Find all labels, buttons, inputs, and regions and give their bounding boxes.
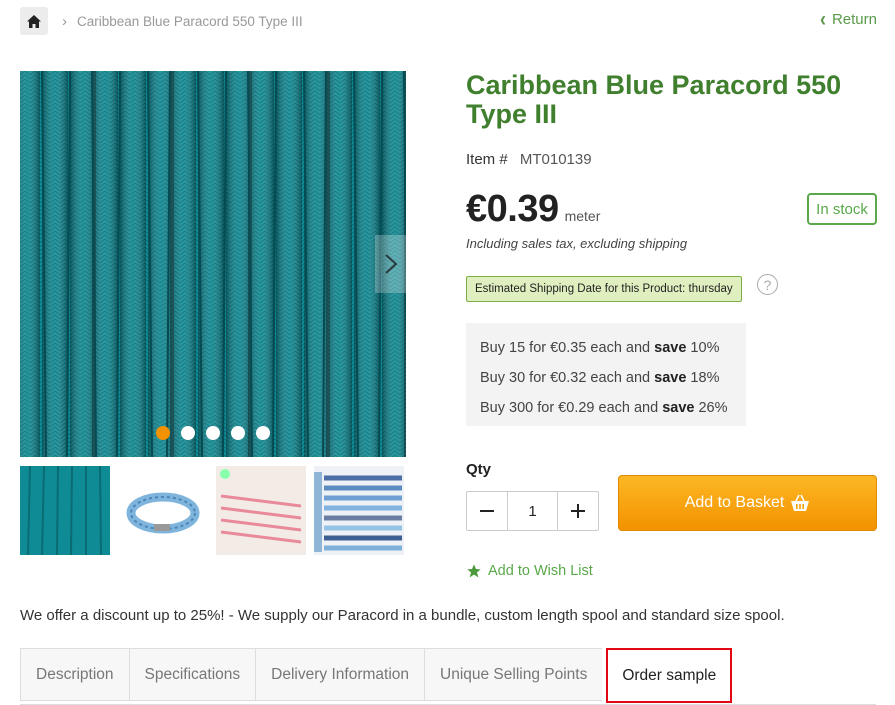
thumbnail-paracord-closeup[interactable]: [20, 466, 110, 555]
qty-label: Qty: [466, 461, 492, 478]
item-number-line: Item # MT010139: [466, 151, 592, 168]
return-link[interactable]: ‹ Return: [819, 6, 877, 31]
pagination-dot[interactable]: [256, 426, 270, 440]
pagination-dot[interactable]: [181, 426, 195, 440]
question-circle-icon[interactable]: ?: [757, 274, 778, 295]
add-to-basket-label: Add to Basket: [684, 494, 785, 511]
quantity-stepper: [466, 491, 599, 531]
discount-line: Buy 300 for €0.29 each and save 26%: [480, 400, 728, 416]
home-button[interactable]: [20, 7, 48, 35]
star-icon: [467, 564, 481, 578]
tab-description[interactable]: Description: [20, 648, 129, 701]
home-icon: [27, 14, 41, 28]
item-label: Item #: [466, 151, 508, 168]
plus-icon: [571, 504, 585, 518]
price-row: €0.39 meter: [466, 188, 600, 231]
chevron-right-icon: [384, 254, 397, 274]
tax-note: Including sales tax, excluding shipping: [466, 236, 688, 251]
pagination-dot[interactable]: [231, 426, 245, 440]
shipping-date-badge: Estimated Shipping Date for this Product…: [466, 276, 742, 302]
main-product-image[interactable]: [20, 71, 406, 457]
chevron-right-icon: ›: [62, 12, 67, 30]
qty-input[interactable]: [507, 492, 558, 530]
product-tabs: Description Specifications Delivery Info…: [20, 648, 876, 705]
discount-line: Buy 15 for €0.35 each and save 10%: [480, 340, 720, 356]
tab-delivery-information[interactable]: Delivery Information: [255, 648, 424, 701]
breadcrumb-current: Caribbean Blue Paracord 550 Type III: [77, 13, 303, 29]
discount-line: Buy 30 for €0.32 each and save 18%: [480, 370, 720, 386]
price: €0.39: [466, 188, 559, 230]
promo-text: We offer a discount up to 25%! - We supp…: [20, 607, 785, 624]
product-title: Caribbean Blue Paracord 550 Type III: [466, 70, 842, 129]
tab-specifications[interactable]: Specifications: [128, 648, 256, 701]
thumbnail-strip: [20, 466, 404, 555]
next-image-button[interactable]: [375, 235, 406, 293]
price-unit: meter: [564, 208, 601, 224]
return-label: Return: [831, 11, 877, 28]
item-number: MT010139: [519, 151, 592, 168]
thumbnail-paracord-color-card-blue[interactable]: [314, 466, 404, 555]
paracord-image: [20, 71, 406, 457]
tab-order-sample[interactable]: Order sample: [606, 648, 733, 703]
chevron-left-icon: ‹: [819, 6, 826, 31]
basket-icon: [791, 494, 810, 511]
minus-icon: [480, 510, 494, 512]
stock-badge: In stock: [807, 193, 877, 225]
thumbnail-paracord-bracelet[interactable]: [118, 466, 208, 555]
increase-qty-button[interactable]: [558, 492, 598, 530]
image-pagination-dots: [156, 426, 270, 440]
volume-discount-box: Buy 15 for €0.35 each and save 10% Buy 3…: [466, 323, 746, 426]
add-to-wishlist-link[interactable]: Add to Wish List: [466, 563, 593, 579]
decrease-qty-button[interactable]: [467, 492, 507, 530]
pagination-dot[interactable]: [206, 426, 220, 440]
tab-unique-selling-points[interactable]: Unique Selling Points: [424, 648, 603, 701]
pagination-dot[interactable]: [156, 426, 170, 440]
breadcrumb: › Caribbean Blue Paracord 550 Type III: [20, 7, 303, 35]
thumbnail-paracord-color-card-pink[interactable]: [216, 466, 306, 555]
add-to-basket-button[interactable]: Add to Basket: [618, 475, 877, 531]
wishlist-label: Add to Wish List: [488, 563, 593, 579]
